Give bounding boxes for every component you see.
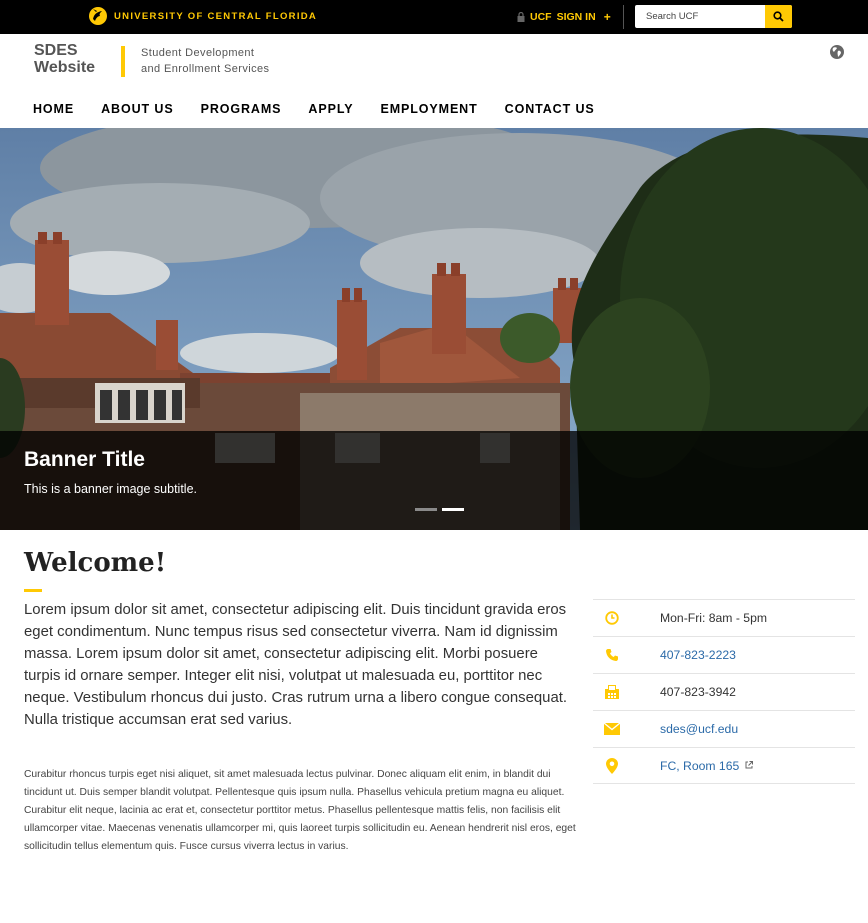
signin-label: SIGN IN [556, 11, 596, 23]
signin-prefix: UCF [530, 11, 552, 23]
nav-home[interactable]: HOME [33, 102, 74, 116]
site-title[interactable]: SDES Website [34, 42, 95, 76]
main-nav: HOME ABOUT US PROGRAMS APPLY EMPLOYMENT … [33, 102, 622, 116]
carousel-indicator-1[interactable] [415, 508, 437, 511]
contact-row-location: FC, Room 165 [593, 747, 855, 784]
banner-caption-overlay [0, 431, 868, 530]
external-link-icon [745, 761, 754, 769]
map-marker-icon [604, 758, 620, 774]
heading-underline [24, 589, 42, 592]
ucf-logo[interactable]: UNIVERSITY OF CENTRAL FLORIDA [88, 6, 317, 26]
carousel-indicator-2-active[interactable] [442, 508, 464, 511]
plus-icon: + [603, 10, 611, 24]
search-icon [773, 11, 784, 22]
nav-contact-us[interactable]: CONTACT US [505, 102, 595, 116]
phone-link[interactable]: 407-823-2223 [660, 648, 736, 662]
office-hours: Mon-Fri: 8am - 5pm [660, 611, 767, 625]
title-accent-bar [121, 46, 125, 77]
globe-icon[interactable] [829, 44, 845, 60]
nav-employment[interactable]: EMPLOYMENT [380, 102, 477, 116]
nav-apply[interactable]: APPLY [308, 102, 353, 116]
page-heading: Welcome! [24, 548, 167, 578]
contact-row-email: sdes@ucf.edu [593, 710, 855, 747]
nav-programs[interactable]: PROGRAMS [201, 102, 282, 116]
location-text: FC, Room 165 [660, 759, 740, 773]
search-button[interactable] [765, 5, 792, 28]
pegasus-logo-icon [89, 7, 107, 25]
site-subtitle: Student Development and Enrollment Servi… [141, 46, 269, 77]
ucf-search-form [635, 5, 792, 28]
site-subtitle-line1: Student Development [141, 47, 255, 59]
ucf-header-bar: UNIVERSITY OF CENTRAL FLORIDA UCF SIGN I… [0, 0, 868, 34]
body-paragraph: Curabitur rhoncus turpis eget nisi aliqu… [24, 769, 576, 853]
site-title-line1: SDES [34, 42, 78, 59]
location-link[interactable]: FC, Room 165 [660, 759, 754, 773]
contact-row-hours: Mon-Fri: 8am - 5pm [593, 599, 855, 636]
banner-subtitle: This is a banner image subtitle. [24, 482, 198, 496]
clock-icon [604, 610, 620, 626]
banner-carousel: Banner Title This is a banner image subt… [0, 128, 868, 530]
lead-paragraph: Lorem ipsum dolor sit amet, consectetur … [24, 602, 567, 728]
email-link[interactable]: sdes@ucf.edu [660, 722, 738, 736]
search-input[interactable] [635, 5, 765, 28]
site-title-line2: Website [34, 59, 96, 76]
contact-row-fax: 407-823-3942 [593, 673, 855, 710]
phone-icon [604, 647, 620, 663]
divider [623, 5, 624, 29]
fax-icon [604, 684, 620, 700]
fax-number: 407-823-3942 [660, 685, 736, 699]
ucf-brand-text: UNIVERSITY OF CENTRAL FLORIDA [114, 10, 318, 22]
lock-icon [517, 12, 525, 22]
ucf-signin-link[interactable]: UCF SIGN IN + [517, 10, 611, 24]
contact-info-list: Mon-Fri: 8am - 5pm 407-823-2223 407-823-… [593, 599, 855, 784]
envelope-icon [604, 721, 620, 737]
site-subtitle-line2: and Enrollment Services [141, 62, 270, 75]
nav-about-us[interactable]: ABOUT US [101, 102, 173, 116]
banner-title: Banner Title [24, 448, 145, 471]
contact-row-phone: 407-823-2223 [593, 636, 855, 673]
